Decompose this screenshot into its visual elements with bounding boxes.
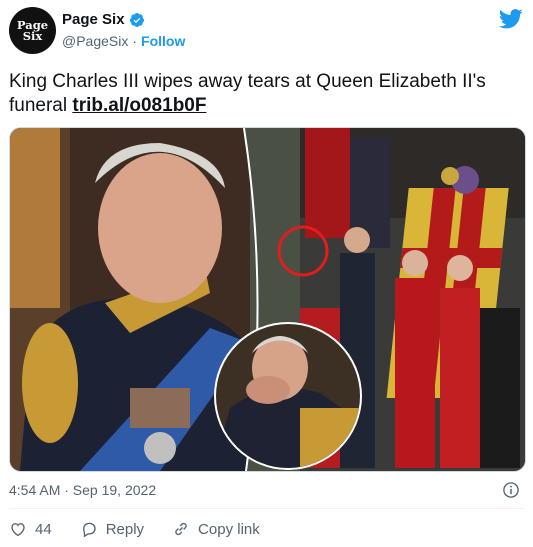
like-button[interactable]: 44 (9, 520, 52, 538)
tweet-link[interactable]: trib.al/o081b0F (72, 95, 206, 116)
avatar[interactable]: Page Six (9, 7, 56, 54)
tweet-text: King Charles III wipes away tears at Que… (9, 70, 524, 118)
timestamp[interactable]: 4:54 AM · Sep 19, 2022 (9, 482, 156, 498)
copy-link-label: Copy link (198, 520, 260, 538)
handle-row: @PageSix · Follow (62, 33, 185, 49)
reply-label: Reply (105, 520, 145, 538)
meta-row: 4:54 AM · Sep 19, 2022 (9, 481, 524, 499)
separator: · (132, 33, 138, 49)
like-count: 44 (35, 520, 52, 538)
twitter-bird-icon[interactable] (499, 9, 523, 29)
name-row: Page Six (62, 11, 145, 28)
funeral-photo-collage (10, 128, 525, 471)
tweet-media[interactable] (9, 127, 526, 472)
copy-link-button[interactable]: Copy link (172, 520, 260, 538)
display-name[interactable]: Page Six (62, 11, 125, 28)
action-bar: 44 Reply Copy link (9, 520, 288, 538)
verified-badge-icon (129, 12, 144, 27)
avatar-text-line2: Six (22, 28, 43, 43)
handle[interactable]: @PageSix (62, 33, 128, 49)
reply-button[interactable]: Reply (80, 520, 144, 538)
link-icon (175, 522, 187, 536)
follow-button[interactable]: Follow (141, 33, 185, 49)
info-icon[interactable] (502, 481, 520, 499)
reply-icon (82, 522, 96, 538)
divider (9, 508, 524, 509)
tweet-card: Page Six Page Six @PageSix · Follow King… (0, 0, 533, 547)
heart-icon (11, 523, 25, 537)
